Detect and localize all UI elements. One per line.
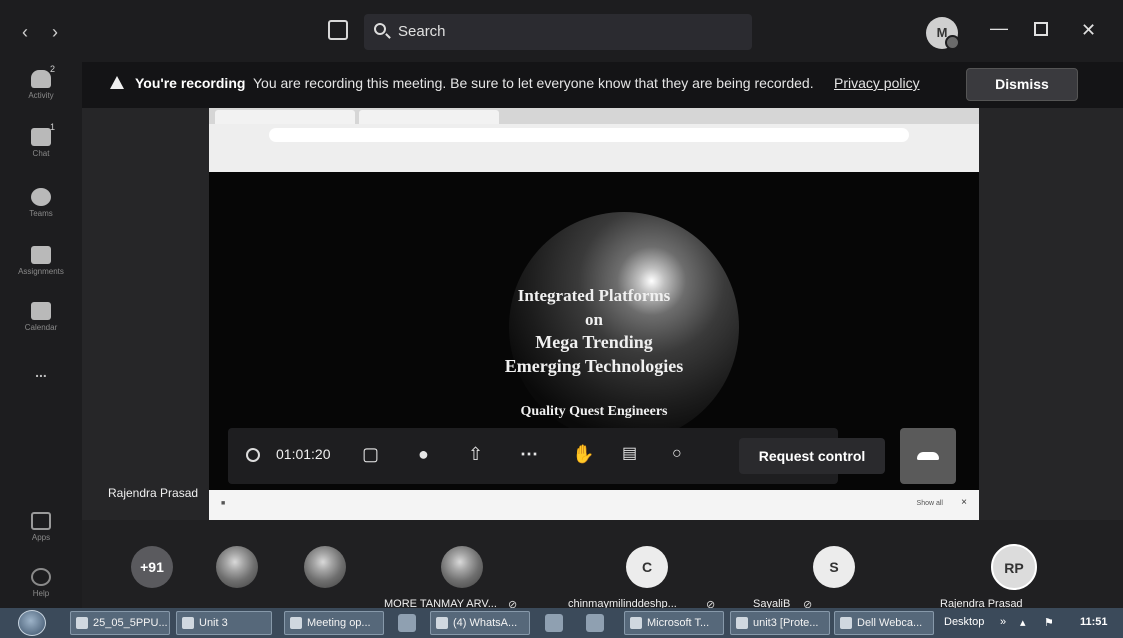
start-button[interactable]: [18, 610, 46, 636]
rail-label: Chat: [32, 149, 50, 158]
show-all-link: Show all: [916, 500, 943, 507]
tray-arrow-icon[interactable]: ▴: [1020, 616, 1026, 629]
share-screen-icon[interactable]: ⇧: [468, 444, 483, 464]
title-bar: ‹ › Search M — ✕: [0, 0, 1123, 62]
rail-item-calendar[interactable]: Calendar: [0, 302, 82, 332]
chat-icon[interactable]: ▤: [622, 444, 637, 464]
rail-label: Calendar: [24, 323, 58, 332]
search-icon: [374, 23, 386, 35]
taskbar-button[interactable]: Dell Webca...: [834, 611, 934, 635]
app-icon[interactable]: [586, 614, 604, 632]
presenter-name: Rajendra Prasad: [108, 486, 199, 500]
banner-title: You're recording: [135, 75, 246, 91]
rail-item-activity[interactable]: 2 Activity: [0, 64, 82, 100]
rail-label: Teams: [29, 209, 53, 218]
close-icon[interactable]: ✕: [1081, 20, 1096, 41]
camera-off-icon[interactable]: ▢: [362, 444, 379, 464]
shared-tab: [215, 110, 355, 124]
activity-badge: 2: [50, 64, 56, 74]
more-icon[interactable]: ...: [0, 364, 82, 380]
help-icon: [31, 568, 51, 586]
shared-address-bar: [269, 128, 909, 142]
rail-item-assignments[interactable]: Assignments: [0, 246, 82, 276]
assignments-icon: [31, 246, 51, 264]
request-control-button[interactable]: Request control: [739, 438, 885, 474]
taskbar-button[interactable]: Meeting op...: [284, 611, 384, 635]
media-player-icon[interactable]: [398, 614, 416, 632]
compose-icon[interactable]: [328, 20, 348, 40]
slide-line: Mega Trending: [535, 332, 653, 352]
meeting-stage: Integrated Platforms on Mega Trending Em…: [82, 108, 1123, 520]
profile-avatar[interactable]: M: [926, 17, 960, 50]
chevron-right-icon[interactable]: ›: [52, 22, 58, 43]
participant-avatar[interactable]: C: [626, 546, 668, 588]
recording-indicator-icon: [246, 448, 260, 462]
shared-bookmarks-bar: [215, 150, 975, 162]
hang-up-button[interactable]: [900, 428, 956, 484]
taskbar-button[interactable]: (4) WhatsA...: [430, 611, 530, 635]
rail-item-chat[interactable]: 1 Chat: [0, 122, 82, 158]
raise-hand-icon[interactable]: ✋: [572, 444, 594, 464]
close-icon: ×: [961, 497, 967, 508]
download-file: ■: [221, 500, 226, 507]
minimize-icon[interactable]: —: [990, 18, 1008, 39]
warning-icon: [110, 76, 124, 89]
search-input[interactable]: Search: [398, 23, 446, 40]
recording-banner: You're recording You are recording this …: [82, 62, 1123, 108]
apps-icon: [31, 512, 51, 530]
search-box[interactable]: Search: [364, 14, 752, 50]
participants-icon[interactable]: ○: [672, 444, 682, 464]
shared-tab: [359, 110, 499, 124]
shared-browser-tabs: [209, 108, 979, 124]
participant-avatar[interactable]: RP: [991, 544, 1037, 590]
rail-label: Assignments: [18, 267, 64, 276]
dismiss-button[interactable]: Dismiss: [966, 68, 1078, 101]
shared-download-bar: ■ Show all ×: [209, 490, 979, 520]
chat-badge: 1: [50, 122, 56, 132]
taskbar-button[interactable]: 25_05_5PPU...: [70, 611, 170, 635]
app-icon[interactable]: [545, 614, 563, 632]
microphone-icon[interactable]: ●: [418, 444, 429, 464]
taskbar-button[interactable]: Unit 3: [176, 611, 272, 635]
privacy-policy-link[interactable]: Privacy policy: [834, 75, 920, 91]
rail-item-teams[interactable]: Teams: [0, 188, 82, 218]
overflow-participants-avatar[interactable]: +91: [131, 546, 173, 588]
participant-avatar[interactable]: [216, 546, 258, 588]
rail-item-help[interactable]: Help: [0, 568, 82, 598]
bell-icon: [31, 70, 51, 88]
banner-message: You are recording this meeting. Be sure …: [253, 75, 814, 91]
rail-item-apps[interactable]: Apps: [0, 512, 82, 542]
slide-line: Quality Quest Engineers: [520, 404, 668, 419]
toolbar-expand-icon[interactable]: »: [1000, 616, 1006, 628]
windows-taskbar: 25_05_5PPU... Unit 3 Meeting op... (4) W…: [0, 608, 1123, 638]
call-timer: 01:01:20: [276, 446, 331, 462]
participant-avatar[interactable]: [441, 546, 483, 588]
more-actions-icon[interactable]: ⋯: [520, 444, 538, 464]
taskbar-button[interactable]: Microsoft T...: [624, 611, 724, 635]
clock[interactable]: 11:51: [1080, 616, 1108, 628]
participant-avatar[interactable]: S: [813, 546, 855, 588]
taskbar-button[interactable]: unit3 [Prote...: [730, 611, 830, 635]
app-rail: 2 Activity 1 Chat Teams Assignments Cale…: [0, 62, 82, 608]
participant-avatar[interactable]: [304, 546, 346, 588]
rail-label: Activity: [28, 91, 54, 100]
rail-label: Apps: [31, 533, 51, 542]
calendar-icon: [31, 302, 51, 320]
phone-icon: [917, 452, 939, 460]
shared-browser-chrome: [209, 108, 979, 172]
slide-line: Emerging Technologies: [504, 356, 684, 376]
flag-icon[interactable]: ⚑: [1044, 616, 1054, 629]
chat-icon: [31, 128, 51, 146]
chevron-left-icon[interactable]: ‹: [22, 22, 28, 43]
rail-label: Help: [32, 589, 50, 598]
slide-line: Integrated Platforms: [517, 286, 671, 305]
slide-line: on: [585, 310, 603, 329]
participant-strip: +91 C S RP MORE TANMAY ARV... ⊘ chinmaym…: [82, 520, 1123, 611]
teams-icon: [31, 188, 51, 206]
maximize-icon[interactable]: [1034, 22, 1048, 36]
desktop-toolbar[interactable]: Desktop: [944, 616, 984, 628]
